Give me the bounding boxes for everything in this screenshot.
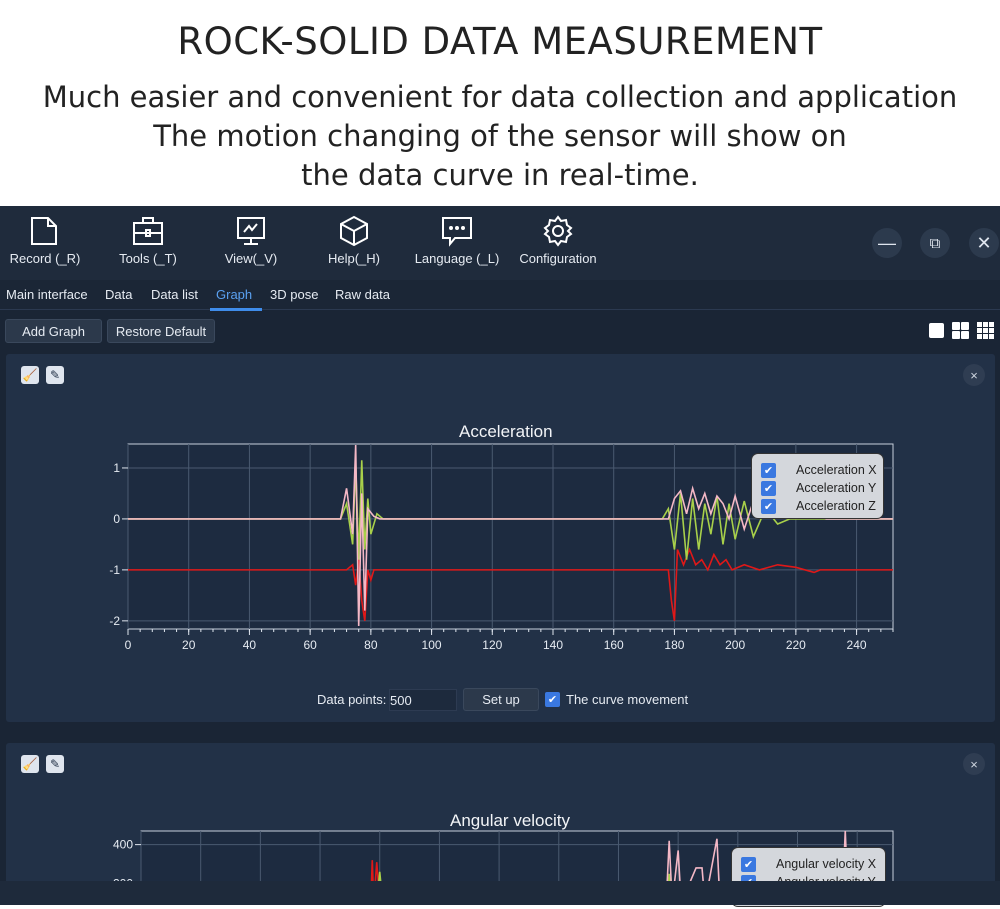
monitor-chart-icon bbox=[237, 217, 265, 245]
restore-default-button[interactable]: Restore Default bbox=[107, 319, 215, 343]
x-tick-label: 60 bbox=[303, 638, 317, 652]
close-button[interactable]: ✕ bbox=[969, 228, 999, 258]
minimize-button[interactable]: — bbox=[872, 228, 902, 258]
banner-line: the data curve in real-time. bbox=[301, 158, 699, 192]
tab-bar: Main interface Data Data list Graph 3D p… bbox=[0, 280, 1000, 311]
y-tick-label: 400 bbox=[113, 838, 133, 852]
curve-movement-label: The curve movement bbox=[566, 692, 689, 707]
x-tick-label: 220 bbox=[786, 638, 806, 652]
configuration-label: Configuration bbox=[519, 251, 597, 266]
x-tick-label: 140 bbox=[543, 638, 563, 652]
data-points-input[interactable]: 500 bbox=[389, 689, 457, 711]
legend-item[interactable]: ✔ Angular velocity X bbox=[732, 855, 885, 873]
tab-main-interface[interactable]: Main interface bbox=[6, 287, 88, 302]
set-up-button[interactable]: Set up bbox=[463, 688, 539, 711]
x-tick-label: 100 bbox=[422, 638, 442, 652]
layout-single-icon[interactable] bbox=[928, 322, 945, 339]
legend-label: Acceleration Z bbox=[796, 499, 876, 513]
x-tick-label: 240 bbox=[847, 638, 867, 652]
toolbox-icon bbox=[133, 217, 163, 245]
y-tick-label: -2 bbox=[109, 614, 120, 628]
tab-data[interactable]: Data bbox=[105, 287, 132, 302]
tab-raw-data[interactable]: Raw data bbox=[335, 287, 390, 302]
tab-data-list[interactable]: Data list bbox=[151, 287, 198, 302]
legend-label: Angular velocity X bbox=[776, 857, 877, 871]
x-tick-label: 0 bbox=[125, 638, 132, 652]
x-tick-label: 20 bbox=[182, 638, 196, 652]
toolbar: Record (_R) Tools (_T) View(_V) Help(_H)… bbox=[0, 206, 1000, 280]
tools-menu[interactable]: Tools (_T) bbox=[103, 214, 193, 266]
tab-3d-pose[interactable]: 3D pose bbox=[270, 287, 318, 302]
help-menu[interactable]: Help(_H) bbox=[309, 214, 399, 266]
status-strip bbox=[0, 881, 1000, 905]
record-menu[interactable]: Record (_R) bbox=[0, 214, 90, 266]
checkbox-icon[interactable]: ✔ bbox=[761, 498, 776, 514]
language-label: Language (_L) bbox=[414, 251, 500, 266]
x-tick-label: 180 bbox=[664, 638, 684, 652]
y-tick-label: 1 bbox=[113, 461, 120, 475]
cube-icon bbox=[340, 215, 368, 247]
chat-icon bbox=[442, 217, 472, 247]
x-tick-label: 40 bbox=[243, 638, 257, 652]
y-tick-label: -1 bbox=[109, 563, 120, 577]
folder-icon bbox=[31, 217, 57, 245]
view-label: View(_V) bbox=[224, 251, 278, 266]
restore-button[interactable]: ⧉ bbox=[920, 228, 950, 258]
language-menu[interactable]: Language (_L) bbox=[412, 214, 502, 266]
banner-line: The motion changing of the sensor will s… bbox=[153, 119, 847, 153]
help-label: Help(_H) bbox=[327, 251, 380, 266]
curve-movement-checkbox[interactable]: ✔ bbox=[545, 692, 560, 707]
legend-item[interactable]: ✔ Acceleration X bbox=[752, 461, 883, 479]
y-tick-label: 0 bbox=[113, 512, 120, 526]
banner-title: ROCK-SOLID DATA MEASUREMENT bbox=[177, 20, 823, 63]
checkbox-icon[interactable]: ✔ bbox=[741, 856, 756, 872]
x-tick-label: 160 bbox=[604, 638, 624, 652]
x-tick-label: 200 bbox=[725, 638, 745, 652]
gear-icon bbox=[543, 215, 573, 247]
legend-label: Acceleration X bbox=[796, 463, 877, 477]
checkbox-icon[interactable]: ✔ bbox=[761, 480, 776, 496]
checkbox-icon[interactable]: ✔ bbox=[761, 462, 776, 478]
app-window: Record (_R) Tools (_T) View(_V) Help(_H)… bbox=[0, 206, 1000, 907]
data-points-label: Data points: bbox=[317, 692, 387, 707]
layout-grid-9-icon[interactable] bbox=[977, 322, 994, 339]
acceleration-graph-panel: 🧹 ✎ × Acceleration 1 0 -1 -2 0 20 40 60 80 100 120… bbox=[6, 354, 995, 722]
record-label: Record (_R) bbox=[9, 251, 81, 266]
tools-label: Tools (_T) bbox=[119, 251, 177, 266]
banner-line: Much easier and convenient for data coll… bbox=[42, 80, 958, 114]
tab-graph[interactable]: Graph bbox=[209, 287, 263, 311]
add-graph-button[interactable]: Add Graph bbox=[5, 319, 102, 343]
layout-grid-4-icon[interactable] bbox=[952, 322, 969, 339]
legend-label: Acceleration Y bbox=[796, 481, 877, 495]
view-menu[interactable]: View(_V) bbox=[206, 214, 296, 266]
x-tick-label: 80 bbox=[364, 638, 378, 652]
promo-banner: ROCK-SOLID DATA MEASUREMENT Much easier … bbox=[0, 0, 1000, 205]
data-points-value: 500 bbox=[390, 693, 412, 708]
legend-item[interactable]: ✔ Acceleration Z bbox=[752, 497, 883, 515]
legend-item[interactable]: ✔ Acceleration Y bbox=[752, 479, 883, 497]
angular-velocity-graph-panel: 🧹 ✎ × Angular velocity 400200 ✔Angular v… bbox=[6, 743, 995, 907]
chart-legend: ✔ Acceleration X ✔ Acceleration Y ✔ Acceler… bbox=[751, 453, 884, 519]
configuration-menu[interactable]: Configuration bbox=[513, 214, 603, 266]
x-tick-label: 120 bbox=[482, 638, 502, 652]
